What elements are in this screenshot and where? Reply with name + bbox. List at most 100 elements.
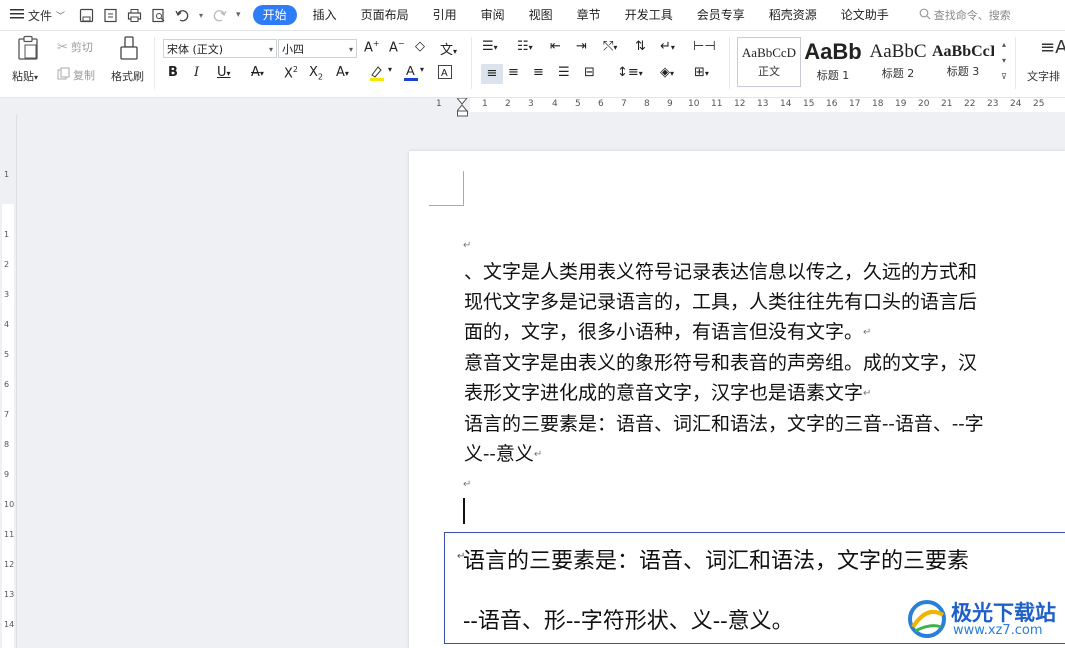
underline-icon[interactable]: U▾ (217, 65, 231, 80)
dropdown-arrow-icon: ▾ (268, 45, 273, 54)
font-name-select[interactable]: 宋体 (正文) ▾ (163, 39, 277, 58)
font-color-icon[interactable]: A (403, 62, 419, 86)
style-name: 标题 1 (816, 69, 850, 82)
pinyin-guide-icon[interactable]: 文▾ (440, 39, 457, 58)
paste-label[interactable]: 粘贴▾ (12, 68, 38, 84)
ruler-number: 13 (4, 590, 15, 599)
redo-icon[interactable] (212, 8, 227, 23)
clear-format-icon[interactable]: ◇ (415, 39, 425, 54)
ruler-number: 14 (4, 620, 15, 629)
style-normal[interactable]: AaBbCcD 正文 (737, 37, 801, 87)
save-icon[interactable] (79, 8, 94, 23)
print-preview-icon[interactable] (151, 8, 166, 23)
line-spacing-icon[interactable]: ↕≡▾ (617, 65, 643, 80)
sort-icon[interactable]: ⇅ (635, 39, 646, 54)
bold-icon[interactable]: B (168, 65, 178, 80)
tab-home[interactable]: 开始 (252, 5, 297, 25)
tab-view[interactable]: 视图 (517, 5, 565, 25)
bullet-list-icon[interactable]: ☰▾ (482, 39, 498, 54)
ruler-number: 4 (552, 99, 558, 109)
font-color-dropdown-icon[interactable]: ▾ (420, 65, 424, 74)
chinese-layout-icon[interactable]: ⤲▾ (603, 39, 617, 54)
customize-toolbar-icon[interactable]: ▾ (236, 10, 241, 20)
style-heading-3[interactable]: AaBbCcI 标题 3 (932, 37, 994, 85)
styles-scroll[interactable]: ▴ ▾ ⊽ (998, 37, 1010, 85)
ruler-number: 3 (4, 290, 10, 299)
tab-docer-resources[interactable]: 稻壳资源 (757, 5, 829, 25)
text-layout-icon[interactable]: ≡A (1040, 37, 1065, 58)
paragraph-mark: ↵ (463, 240, 472, 251)
align-center-icon[interactable]: ≡ (508, 65, 519, 80)
scissors-icon: ✂ (57, 39, 68, 55)
font-size-select[interactable]: 小四 ▾ (278, 39, 357, 58)
paragraph-mark: ↵ (863, 388, 872, 399)
increase-indent-icon[interactable]: ⇥ (576, 39, 587, 54)
borders-icon[interactable]: ⊞▾ (694, 65, 709, 80)
ruler-number: 12 (734, 99, 746, 109)
superscript-icon[interactable]: X2 (284, 65, 298, 81)
ruler-number: 21 (941, 99, 953, 109)
file-menu[interactable]: 文件 ﹀ (10, 7, 65, 24)
numbered-list-icon[interactable]: ☷▾ (517, 39, 533, 54)
style-name: 标题 2 (881, 67, 915, 80)
undo-dropdown-icon[interactable]: ▾ (199, 11, 203, 20)
ruler-number: 9 (667, 99, 673, 109)
undo-icon[interactable] (175, 8, 190, 23)
align-left-icon[interactable]: ≡ (481, 64, 503, 84)
tab-section[interactable]: 章节 (565, 5, 613, 25)
watermark-url: www.xz7.com (953, 623, 1043, 638)
clipboard-icon (18, 35, 38, 60)
shrink-font-icon[interactable]: A− (389, 39, 405, 55)
highlight-icon[interactable] (368, 64, 386, 86)
align-right-icon[interactable]: ≡ (533, 65, 544, 80)
ruler-strip (2, 204, 14, 648)
ruler-number: 20 (918, 99, 930, 109)
tab-insert[interactable]: 插入 (301, 5, 349, 25)
justify-icon[interactable]: ☰ (558, 65, 570, 80)
ruler-number: 16 (826, 99, 838, 109)
character-border-icon[interactable]: A (437, 64, 453, 84)
text-layout-label[interactable]: 文字排 (1027, 68, 1060, 84)
paste-button[interactable] (16, 35, 40, 64)
tab-references[interactable]: 引用 (421, 5, 469, 25)
distributed-icon[interactable]: ⊟ (584, 65, 595, 80)
show-marks-icon[interactable]: ↵▾ (660, 39, 675, 54)
tab-page-layout[interactable]: 页面布局 (349, 5, 421, 25)
ruler-number: 7 (4, 410, 10, 419)
ruler-number: 8 (4, 440, 10, 449)
ruler-number: 8 (644, 99, 650, 109)
grow-font-icon[interactable]: A+ (364, 39, 380, 55)
export-pdf-icon[interactable] (103, 8, 118, 23)
shading-icon[interactable]: ◈▾ (660, 65, 674, 80)
highlight-dropdown-icon[interactable]: ▾ (388, 65, 392, 74)
decrease-indent-icon[interactable]: ⇤ (550, 39, 561, 54)
text-effect-icon[interactable]: A▾ (336, 65, 349, 80)
text-line: 、文字是人类用表义符号记录表达信息以传之，久远的方式和 (464, 261, 978, 283)
tab-review[interactable]: 审阅 (469, 5, 517, 25)
style-heading-2[interactable]: AaBbC 标题 2 (867, 37, 929, 85)
italic-icon[interactable]: I (194, 65, 199, 80)
style-heading-1[interactable]: AaBb 标题 1 (802, 37, 864, 85)
ruler-number: 5 (4, 350, 10, 359)
strikethrough-icon[interactable]: A▾ (251, 65, 264, 80)
print-icon[interactable] (127, 8, 142, 23)
tab-thesis-assistant[interactable]: 论文助手 (829, 5, 901, 25)
tab-member[interactable]: 会员专享 (685, 5, 757, 25)
subscript-icon[interactable]: X2 (309, 65, 323, 82)
tab-developer[interactable]: 开发工具 (613, 5, 685, 25)
format-painter-button[interactable] (118, 36, 140, 65)
ruler-number: 14 (780, 99, 792, 109)
command-search[interactable]: 查找命令、搜索 (919, 7, 1011, 23)
cut-button[interactable]: ✂ 剪切 (57, 39, 93, 55)
text-box-line: 语言的三要素是：语音、词汇和语法，文字的三要素 (463, 549, 970, 574)
text-line: 语言的三要素是：语音、词汇和语法，文字的三音--语音、--字 (464, 413, 984, 435)
ruler-number: 10 (4, 500, 15, 509)
indent-marker-icon[interactable] (455, 97, 469, 121)
quick-access-toolbar: ▾ ▾ (79, 8, 241, 23)
format-painter-label: 格式刷 (111, 70, 144, 83)
text-line: 义--意义↵ (464, 439, 1065, 470)
copy-button[interactable]: 复制 (57, 67, 95, 83)
document-body[interactable]: 、文字是人类用表义符号记录表达信息以传之，久远的方式和 现代文字多是记录语言的，… (464, 257, 1065, 470)
tab-stops-icon[interactable]: ⊢⊣ (693, 39, 716, 54)
search-placeholder: 查找命令、搜索 (933, 9, 1011, 22)
